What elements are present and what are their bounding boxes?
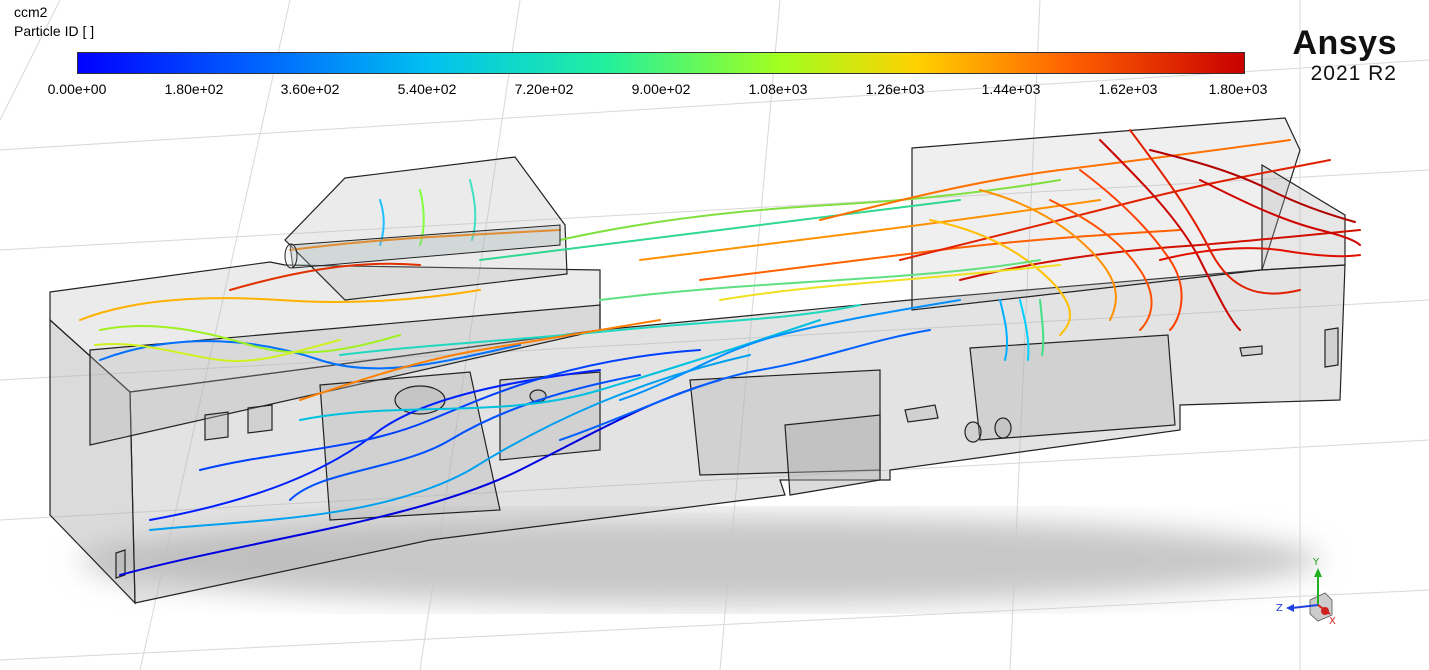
colorbar-tick: 1.08e+03 (748, 81, 808, 97)
axis-triad[interactable] (1286, 568, 1333, 622)
logo-brand: Ansys (1292, 24, 1397, 62)
triad-z-label: Z (1276, 603, 1283, 614)
colorbar-tick: 1.44e+03 (981, 81, 1041, 97)
colorbar-tick: 1.80e+02 (164, 81, 224, 97)
variable-label: Particle ID [ ] (14, 23, 95, 39)
colorbar-tick: 1.80e+03 (1208, 81, 1268, 97)
colorbar-tick: 1.26e+03 (865, 81, 925, 97)
colorbar-tick: 3.60e+02 (280, 81, 340, 97)
colorbar-tick: 5.40e+02 (397, 81, 457, 97)
colorbar-tick: 9.00e+02 (631, 81, 691, 97)
ansys-logo: Ansys 2021 R2 (1292, 26, 1397, 86)
colorbar-tick: 1.62e+03 (1098, 81, 1158, 97)
logo-version: 2021 R2 (1310, 62, 1397, 85)
triad-y-label: Y (1313, 557, 1320, 568)
triad-x-label: X (1329, 616, 1336, 627)
colorbar-tick: 7.20e+02 (514, 81, 574, 97)
3d-viewport[interactable] (0, 0, 1429, 670)
colorbar (77, 52, 1245, 74)
case-name-label: ccm2 (14, 4, 48, 20)
colorbar-tick: 0.00e+00 (47, 81, 107, 97)
